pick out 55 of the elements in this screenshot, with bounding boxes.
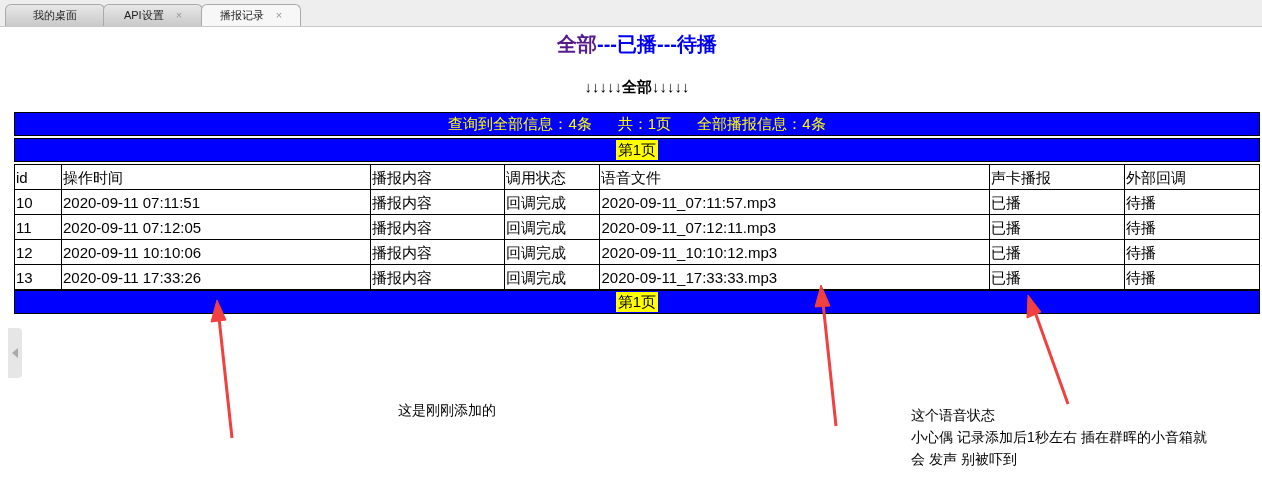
filter-link[interactable]: 全部 <box>557 29 597 59</box>
column-header: 语音文件 <box>600 164 990 190</box>
table-cell: 回调完成 <box>504 264 600 290</box>
table-cell: 播报内容 <box>370 264 505 290</box>
table-cell: 播报内容 <box>370 214 505 240</box>
separator-text: --- <box>597 32 617 57</box>
table-cell: 2020-09-11 07:12:05 <box>61 214 371 240</box>
table-cell: 播报内容 <box>370 239 505 265</box>
table-cell: 待播 <box>1124 264 1260 290</box>
table-cell: 2020-09-11 07:11:51 <box>61 189 371 215</box>
table-cell: 2020-09-11_17:33:33.mp3 <box>600 264 990 290</box>
summary-text: 共：1页 <box>617 113 672 134</box>
filter-link[interactable]: 待播 <box>677 29 717 59</box>
annotation-text: 这个语音状态 <box>911 406 995 425</box>
table-cell: 待播 <box>1124 189 1260 215</box>
table-cell: 2020-09-11 17:33:26 <box>61 264 371 290</box>
table-cell: 回调完成 <box>504 239 600 265</box>
table-cell: 已播 <box>989 214 1125 240</box>
filter-link[interactable]: 已播 <box>617 29 657 59</box>
column-header: 调用状态 <box>504 164 600 190</box>
column-header: 声卡播报 <box>989 164 1125 190</box>
table-cell: 12 <box>14 239 62 265</box>
table-cell: 待播 <box>1124 239 1260 265</box>
annotation-text: 会 发声 别被吓到 <box>911 450 1017 469</box>
tab[interactable]: 播报记录 × <box>201 4 301 26</box>
annotation-text: 小心偶 记录添加后1秒左右 插在群晖的小音箱就 <box>911 428 1207 447</box>
table-cell: 回调完成 <box>504 189 600 215</box>
tab[interactable]: 我的桌面 <box>5 4 105 26</box>
page-label[interactable]: 第1页 <box>615 140 659 160</box>
table-cell: 2020-09-11_10:10:12.mp3 <box>600 239 990 265</box>
table-cell: 播报内容 <box>370 189 505 215</box>
table-cell: 已播 <box>989 189 1125 215</box>
summary-text: 查询到全部信息：4条 <box>448 113 592 134</box>
table-cell: 11 <box>14 214 62 240</box>
table-cell: 13 <box>14 264 62 290</box>
table-cell: 2020-09-11 10:10:06 <box>61 239 371 265</box>
page-label[interactable]: 第1页 <box>615 292 659 312</box>
caret-left-icon <box>12 348 18 358</box>
column-header: 操作时间 <box>61 164 371 190</box>
column-header: 外部回调 <box>1124 164 1260 190</box>
table-cell: 回调完成 <box>504 214 600 240</box>
table-cell: 已播 <box>989 239 1125 265</box>
table-cell: 已播 <box>989 264 1125 290</box>
table-cell: 2020-09-11_07:12:11.mp3 <box>600 214 990 240</box>
separator-text: --- <box>657 32 677 57</box>
annotation-text: 这是刚刚添加的 <box>398 401 496 420</box>
column-header: id <box>14 164 62 190</box>
current-filter: ↓↓↓↓↓全部↓↓↓↓↓ <box>584 76 690 97</box>
sidebar-toggle[interactable] <box>8 328 22 378</box>
table-cell: 待播 <box>1124 214 1260 240</box>
summary-text: 全部播报信息：4条 <box>697 113 826 134</box>
tab[interactable]: API设置 × <box>103 4 203 26</box>
table-cell: 10 <box>14 189 62 215</box>
table-cell: 2020-09-11_07:11:57.mp3 <box>600 189 990 215</box>
column-header: 播报内容 <box>370 164 505 190</box>
